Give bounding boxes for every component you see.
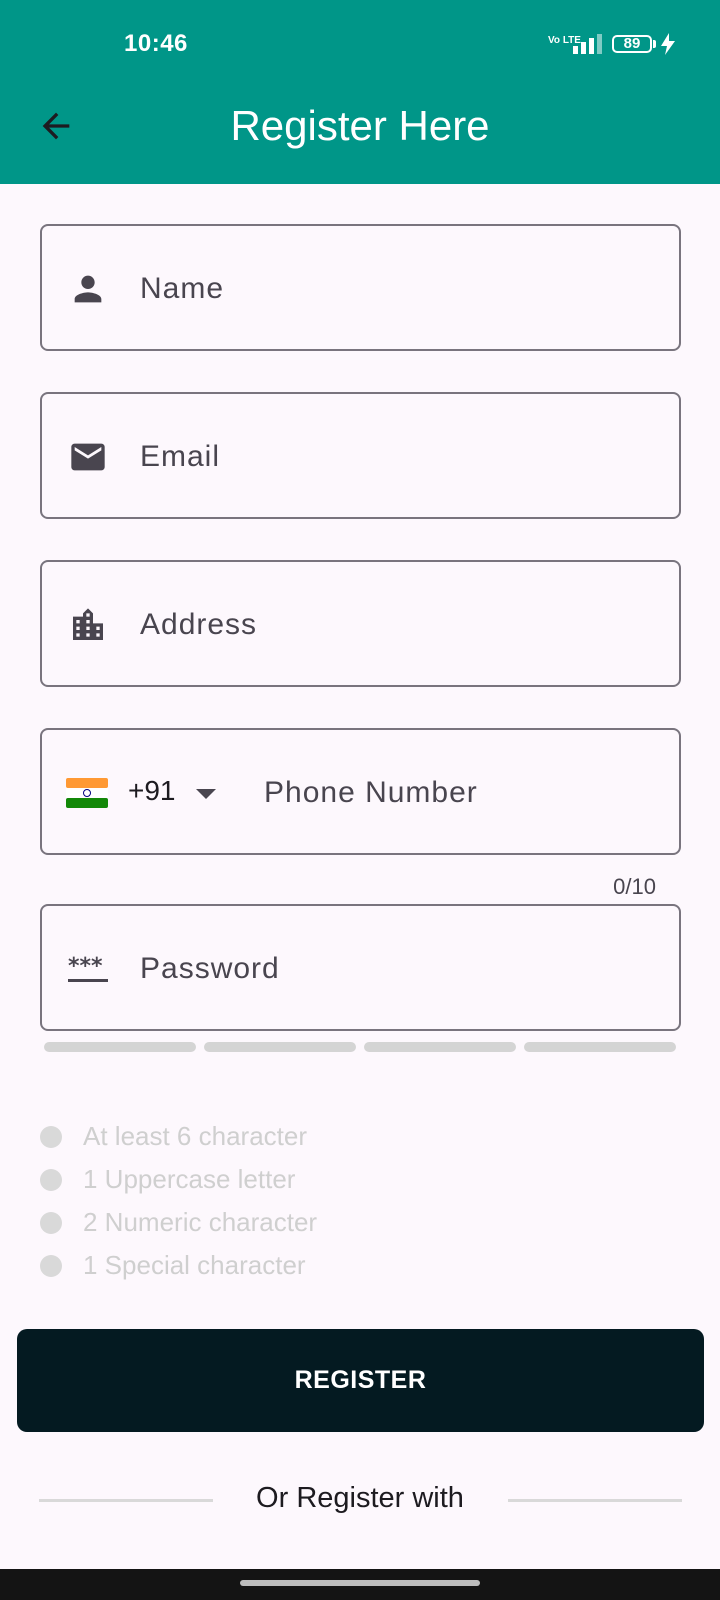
strength-segment (204, 1042, 356, 1052)
rule-label: 1 Uppercase letter (83, 1164, 296, 1194)
app-bar (0, 0, 720, 184)
email-input[interactable] (138, 424, 662, 490)
rule-label: At least 6 character (83, 1121, 307, 1151)
strength-segment (44, 1042, 196, 1052)
country-code[interactable]: +91 (128, 775, 176, 807)
strength-segment (524, 1042, 676, 1052)
address-field[interactable] (40, 560, 681, 687)
charging-icon (661, 33, 675, 55)
register-button[interactable]: REGISTER (17, 1329, 704, 1432)
home-gesture-handle[interactable] (240, 1580, 480, 1586)
password-input[interactable] (138, 936, 662, 1002)
rule-label: 2 Numeric character (83, 1207, 318, 1237)
page-title: Register Here (230, 102, 490, 149)
person-icon (74, 275, 102, 303)
address-input[interactable] (138, 592, 662, 658)
email-field[interactable] (40, 392, 681, 519)
mail-icon (71, 443, 105, 471)
battery-level: 89 (623, 35, 641, 52)
battery-icon: 89 (612, 35, 652, 53)
rule-indicator (40, 1255, 62, 1277)
phone-input[interactable] (262, 760, 666, 826)
svg-text:***: *** (68, 954, 103, 979)
phone-char-counter: 0/10 (613, 874, 656, 899)
name-field[interactable] (40, 224, 681, 351)
rule-indicator (40, 1126, 62, 1148)
strength-segment (364, 1042, 516, 1052)
signal-icon (573, 34, 602, 54)
password-icon: *** (68, 954, 108, 982)
battery-tip (653, 40, 656, 48)
dropdown-caret-icon[interactable] (196, 789, 216, 799)
india-flag-icon[interactable] (66, 778, 108, 808)
rule-indicator (40, 1169, 62, 1191)
rule-indicator (40, 1212, 62, 1234)
phone-field[interactable]: +91 (40, 728, 681, 855)
name-input[interactable] (138, 256, 662, 322)
building-icon (73, 608, 103, 640)
rule-label: 1 Special character (83, 1250, 306, 1280)
status-time: 10:46 (124, 30, 188, 57)
divider-line-right (508, 1499, 682, 1502)
password-field[interactable]: *** (40, 904, 681, 1031)
